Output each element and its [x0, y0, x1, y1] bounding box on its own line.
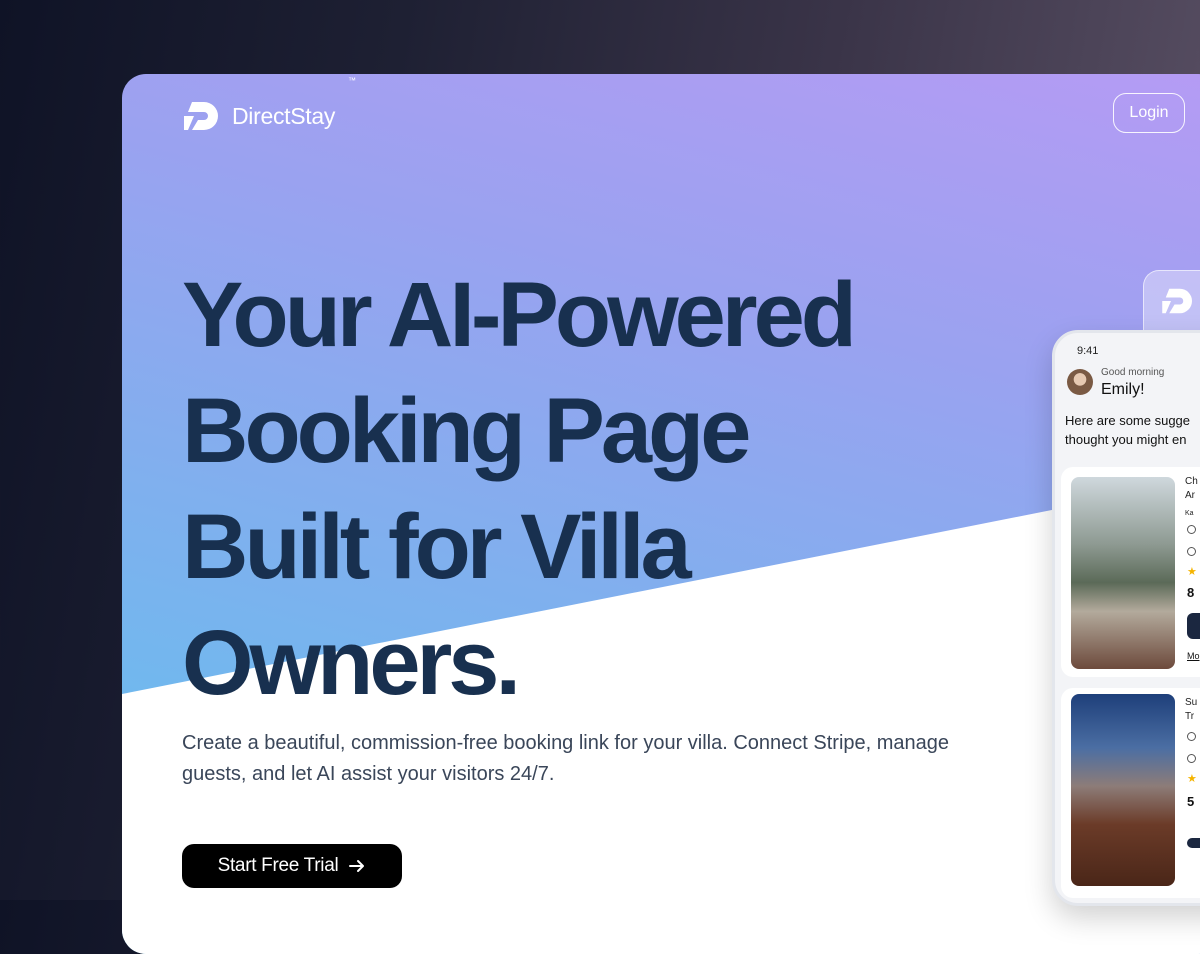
hero-subtitle-line: Create a beautiful, commission-free book…	[182, 732, 950, 754]
clock-icon	[1187, 547, 1196, 556]
book-button[interactable]	[1187, 838, 1200, 848]
villa-photo	[1071, 477, 1175, 669]
directstay-logo-icon	[184, 102, 218, 130]
phone-status-time: 9:41	[1077, 345, 1099, 357]
hero-title: Your AI-Powered Booking Page Built for V…	[182, 257, 942, 721]
card-title-line: Tr	[1185, 711, 1195, 722]
intro-line: thought you might en	[1065, 432, 1187, 447]
hero-subtitle-line: guests, and let AI assist your visitors …	[182, 763, 555, 785]
landing-page-frame: DirectStay ™ Login Your AI-Powered Booki…	[122, 74, 1200, 954]
directstay-logo-icon	[1162, 288, 1192, 314]
suggestion-card[interactable]: Ch Ar Ka ★ 8 Mo	[1061, 467, 1200, 677]
login-button[interactable]: Login	[1113, 93, 1185, 133]
brand-name: DirectStay	[232, 102, 336, 129]
user-name: Emily!	[1101, 381, 1145, 398]
arrow-right-icon	[349, 860, 365, 872]
hero-title-line: Your AI-Powered	[182, 264, 857, 366]
suggestions-intro: Here are some sugge thought you might en	[1065, 411, 1200, 449]
star-icon: ★	[1187, 566, 1197, 578]
card-title-line: Su	[1185, 697, 1198, 708]
card-price: 5	[1187, 794, 1195, 809]
greeting-text: Good morning	[1101, 367, 1165, 378]
card-subtitle: Ka	[1185, 510, 1194, 517]
card-title: Ch Ar	[1185, 475, 1198, 503]
clock-icon	[1187, 754, 1196, 763]
hero-title-line: Built for Villa	[182, 496, 692, 598]
card-price: 8	[1187, 585, 1195, 600]
star-icon: ★	[1187, 773, 1197, 785]
volcano-photo	[1071, 694, 1175, 886]
more-link[interactable]: Mo	[1187, 651, 1200, 661]
hero-title-line: Owners.	[182, 612, 521, 714]
intro-line: Here are some sugge	[1065, 413, 1191, 428]
trademark-symbol: ™	[348, 76, 356, 85]
card-title: Su Tr	[1185, 696, 1197, 724]
hero-subtitle: Create a beautiful, commission-free book…	[182, 728, 1022, 790]
card-title-line: Ch	[1185, 476, 1198, 487]
phone-mockup: 9:41 Good morning Emily! Here are some s…	[1052, 330, 1200, 906]
avatar	[1067, 369, 1093, 395]
location-pin-icon	[1187, 732, 1196, 741]
cta-label: Start Free Trial	[217, 855, 339, 876]
suggestion-card[interactable]: Su Tr ★ 5	[1061, 688, 1200, 898]
hero-title-line: Booking Page	[182, 380, 751, 482]
book-button[interactable]	[1187, 613, 1200, 639]
card-title-line: Ar	[1185, 490, 1195, 501]
location-pin-icon	[1187, 525, 1196, 534]
start-free-trial-button[interactable]: Start Free Trial	[182, 844, 402, 888]
brand[interactable]: DirectStay	[182, 100, 335, 132]
